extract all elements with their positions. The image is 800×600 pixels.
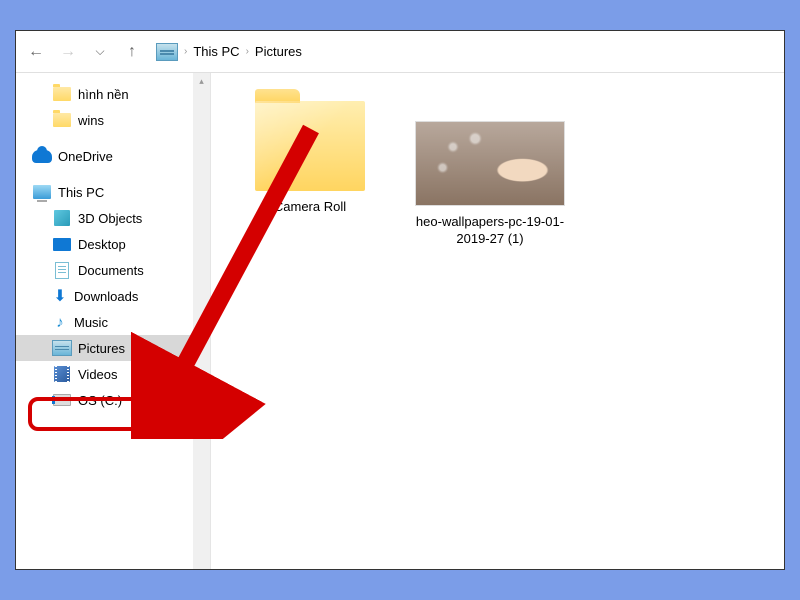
chevron-right-icon: › bbox=[184, 46, 187, 57]
sidebar-item-3d-objects[interactable]: 3D Objects bbox=[16, 205, 210, 231]
documents-icon bbox=[52, 260, 72, 280]
3d-objects-icon bbox=[52, 208, 72, 228]
pictures-icon bbox=[52, 338, 72, 358]
file-explorer-window: ← → ⌵ ↑ › This PC › Pictures hình nền wi… bbox=[15, 30, 785, 570]
sidebar-item-label: Documents bbox=[78, 263, 144, 278]
scroll-up-icon[interactable]: ▴ bbox=[193, 73, 210, 90]
recent-dropdown[interactable]: ⌵ bbox=[88, 40, 112, 64]
sidebar-item-downloads[interactable]: ⬇ Downloads bbox=[16, 283, 210, 309]
address-bar: ← → ⌵ ↑ › This PC › Pictures bbox=[16, 31, 784, 73]
sidebar-item-desktop[interactable]: Desktop bbox=[16, 231, 210, 257]
sidebar-item-label: OneDrive bbox=[58, 149, 113, 164]
downloads-icon: ⬇ bbox=[52, 288, 68, 304]
sidebar-item-label: wins bbox=[78, 113, 104, 128]
file-label: heo-wallpapers-pc-19-01-2019-27 (1) bbox=[415, 214, 565, 248]
sidebar-item-label: hình nền bbox=[78, 87, 129, 102]
sidebar-item-onedrive[interactable]: OneDrive bbox=[16, 143, 210, 169]
folder-icon bbox=[52, 84, 72, 104]
sidebar-item-label: This PC bbox=[58, 185, 104, 200]
image-thumbnail bbox=[415, 121, 565, 206]
sidebar-item-videos[interactable]: Videos bbox=[16, 361, 210, 387]
sidebar-item-label: 3D Objects bbox=[78, 211, 142, 226]
up-button[interactable]: ↑ bbox=[120, 40, 144, 64]
folder-icon bbox=[255, 101, 365, 191]
sidebar-item-label: Desktop bbox=[78, 237, 126, 252]
pictures-icon bbox=[156, 43, 178, 61]
breadcrumb-item[interactable]: Pictures bbox=[255, 44, 302, 59]
videos-icon bbox=[52, 364, 72, 384]
sidebar-item-thispc[interactable]: This PC bbox=[16, 179, 210, 205]
folder-icon bbox=[52, 110, 72, 130]
breadcrumb[interactable]: › This PC › Pictures bbox=[152, 43, 302, 61]
sidebar-item-pictures[interactable]: Pictures bbox=[16, 335, 210, 361]
back-button[interactable]: ← bbox=[24, 40, 48, 64]
pc-icon bbox=[32, 182, 52, 202]
sidebar-item-label: OS (C:) bbox=[78, 393, 122, 408]
navigation-pane: hình nền wins OneDrive This PC 3D Object… bbox=[16, 73, 211, 569]
sidebar-item-label: Music bbox=[74, 315, 108, 330]
forward-button[interactable]: → bbox=[56, 40, 80, 64]
sidebar-scrollbar[interactable]: ▴ bbox=[193, 73, 210, 569]
chevron-right-icon: › bbox=[246, 46, 249, 57]
sidebar-item-folder[interactable]: hình nền bbox=[16, 81, 210, 107]
drive-icon bbox=[52, 390, 72, 410]
folder-item[interactable]: Camera Roll bbox=[235, 93, 385, 216]
onedrive-icon bbox=[32, 146, 52, 166]
desktop-icon bbox=[52, 234, 72, 254]
image-item[interactable]: heo-wallpapers-pc-19-01-2019-27 (1) bbox=[415, 93, 565, 248]
content-pane[interactable]: Camera Roll heo-wallpapers-pc-19-01-2019… bbox=[211, 73, 784, 569]
sidebar-item-documents[interactable]: Documents bbox=[16, 257, 210, 283]
sidebar-item-label: Pictures bbox=[78, 341, 125, 356]
music-icon: ♪ bbox=[52, 314, 68, 330]
sidebar-item-folder[interactable]: wins bbox=[16, 107, 210, 133]
sidebar-item-drive-c[interactable]: OS (C:) bbox=[16, 387, 210, 413]
file-label: Camera Roll bbox=[274, 199, 346, 216]
sidebar-item-label: Videos bbox=[78, 367, 118, 382]
sidebar-item-label: Downloads bbox=[74, 289, 138, 304]
sidebar-item-music[interactable]: ♪ Music bbox=[16, 309, 210, 335]
breadcrumb-item[interactable]: This PC bbox=[193, 44, 239, 59]
